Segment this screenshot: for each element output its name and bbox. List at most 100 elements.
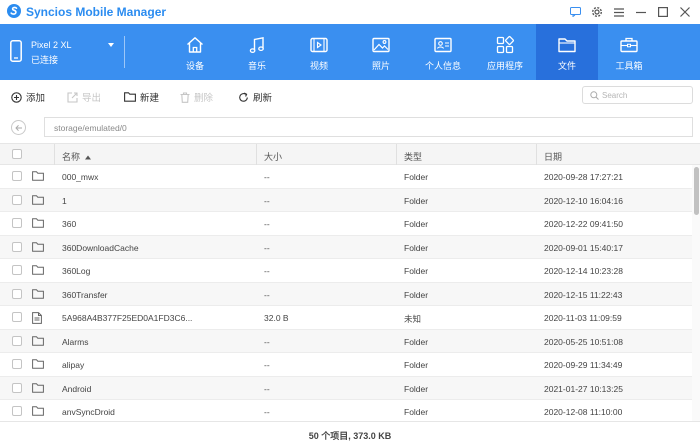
new-folder-icon	[124, 92, 136, 102]
table-row[interactable]: 1 -- Folder 2020-12-10 16:04:16	[0, 188, 692, 212]
cell-date: 2020-05-25 10:51:08	[544, 336, 623, 347]
nav-item-device[interactable]: 设备	[164, 24, 226, 80]
delete-button[interactable]: 删除	[180, 90, 213, 104]
row-checkbox[interactable]	[12, 406, 22, 416]
cell-name: Android	[62, 383, 92, 394]
nav-item-apps[interactable]: 应用程序	[474, 24, 536, 80]
search-icon	[590, 91, 599, 100]
video-icon	[310, 37, 328, 53]
cell-date: 2020-09-28 17:27:21	[544, 172, 623, 182]
close-icon[interactable]	[674, 3, 696, 21]
folder-icon	[32, 241, 44, 254]
search-input[interactable]	[602, 89, 688, 101]
cell-size: --	[264, 336, 270, 347]
path-field[interactable]: storage/emulated/0	[44, 117, 693, 137]
cell-size: --	[264, 407, 270, 417]
cell-size: --	[264, 172, 270, 182]
cell-type: Folder	[404, 289, 429, 300]
contact-card-icon	[434, 37, 452, 53]
minimize-icon[interactable]	[630, 3, 652, 21]
home-icon	[187, 37, 203, 53]
delete-label: 删除	[194, 93, 214, 104]
cell-name: 360Log	[62, 266, 91, 276]
select-all-checkbox[interactable]	[12, 149, 22, 159]
nav-label: 音乐	[247, 61, 266, 71]
row-checkbox[interactable]	[12, 241, 22, 252]
row-checkbox[interactable]	[12, 312, 22, 322]
folder-icon	[32, 288, 44, 301]
column-divider	[396, 144, 397, 165]
table-row[interactable]: alipay -- Folder 2020-09-29 11:34:49	[0, 353, 692, 377]
cell-size: --	[264, 195, 270, 206]
main-nav: 设备 音乐 视频 照片 个人信息 应用程序 文件 工具箱	[164, 24, 660, 80]
nav-item-files[interactable]: 文件	[536, 24, 598, 80]
folder-icon	[32, 171, 44, 183]
row-checkbox[interactable]	[12, 194, 22, 205]
cell-date: 2020-12-14 10:23:28	[544, 266, 623, 276]
table-row[interactable]: Alarms -- Folder 2020-05-25 10:51:08	[0, 329, 692, 353]
cell-name: 360Transfer	[62, 289, 108, 300]
nav-item-photos[interactable]: 照片	[350, 24, 412, 80]
folder-icon	[32, 382, 44, 395]
message-icon[interactable]	[564, 3, 586, 21]
cell-date: 2020-09-01 15:40:17	[544, 242, 623, 253]
scrollbar-thumb[interactable]	[694, 167, 699, 215]
cell-type: Folder	[404, 242, 429, 253]
column-header-name[interactable]: 名称	[62, 150, 91, 163]
table-row[interactable]: 360DownloadCache -- Folder 2020-09-01 15:40…	[0, 235, 692, 259]
table-row[interactable]: Android -- Folder 2021-01-27 10:13:25	[0, 376, 692, 400]
cell-date: 2020-12-08 11:10:00	[544, 407, 623, 417]
toolbox-icon	[620, 37, 638, 53]
nav-item-toolbox[interactable]: 工具箱	[598, 24, 660, 80]
cell-size: --	[264, 266, 270, 276]
refresh-label: 刷新	[253, 93, 273, 104]
phone-icon	[10, 40, 22, 64]
row-checkbox[interactable]	[12, 382, 22, 393]
cell-size: --	[264, 289, 270, 300]
app-logo-icon	[7, 4, 21, 18]
back-button[interactable]	[11, 120, 26, 135]
table-row[interactable]: 5A968A4B377F25ED0A1FD3C6... 32.0 B 未知 2020-…	[0, 306, 692, 330]
refresh-button[interactable]: 刷新	[238, 90, 272, 104]
cell-type: Folder	[404, 407, 429, 417]
nav-item-contacts[interactable]: 个人信息	[412, 24, 474, 80]
table-row[interactable]: 360Transfer -- Folder 2020-12-15 11:22:43	[0, 282, 692, 306]
cell-type: Folder	[404, 266, 429, 276]
nav-label: 文件	[557, 61, 576, 71]
new-folder-button[interactable]: 新建	[124, 90, 159, 104]
device-status: 已连接	[31, 55, 59, 65]
cell-size: --	[264, 219, 270, 229]
app-title: Syncios Mobile Manager	[26, 5, 167, 19]
main-toolbar: Pixel 2 XL 已连接 设备 音乐 视频 照片 个人信息 应用程序 文件 …	[0, 24, 700, 80]
column-header-date[interactable]: 日期	[544, 150, 562, 163]
table-row[interactable]: 360Log -- Folder 2020-12-14 10:23:28	[0, 259, 692, 283]
trash-icon	[180, 91, 190, 103]
row-checkbox[interactable]	[12, 359, 22, 369]
nav-item-music[interactable]: 音乐	[226, 24, 288, 80]
nav-label: 工具箱	[615, 61, 643, 71]
table-row[interactable]: 360 -- Folder 2020-12-22 09:41:50	[0, 212, 692, 236]
row-checkbox[interactable]	[12, 265, 22, 275]
row-checkbox[interactable]	[12, 288, 22, 299]
title-bar: Syncios Mobile Manager	[0, 0, 700, 24]
chevron-down-icon[interactable]	[108, 43, 114, 47]
device-selector[interactable]: Pixel 2 XL 已连接	[0, 24, 125, 80]
column-header-size[interactable]: 大小	[264, 150, 282, 163]
folder-icon	[558, 38, 576, 53]
row-checkbox[interactable]	[12, 171, 22, 181]
table-row[interactable]: 000_mwx -- Folder 2020-09-28 17:27:21	[0, 165, 692, 189]
menu-icon[interactable]	[608, 3, 630, 21]
row-checkbox[interactable]	[12, 335, 22, 346]
export-button[interactable]: 导出	[67, 90, 101, 104]
settings-icon[interactable]	[586, 3, 608, 21]
table-header: 名称 大小 类型 日期	[0, 143, 700, 165]
nav-item-video[interactable]: 视频	[288, 24, 350, 80]
cell-date: 2020-12-15 11:22:43	[544, 289, 623, 300]
row-checkbox[interactable]	[12, 218, 22, 228]
column-header-type[interactable]: 类型	[404, 150, 422, 163]
add-button[interactable]: 添加	[11, 90, 45, 104]
maximize-icon[interactable]	[652, 3, 674, 21]
column-divider	[256, 144, 257, 165]
search-box[interactable]	[582, 86, 693, 104]
table-row[interactable]: anvSyncDroid -- Folder 2020-12-08 11:10:00	[0, 400, 692, 421]
